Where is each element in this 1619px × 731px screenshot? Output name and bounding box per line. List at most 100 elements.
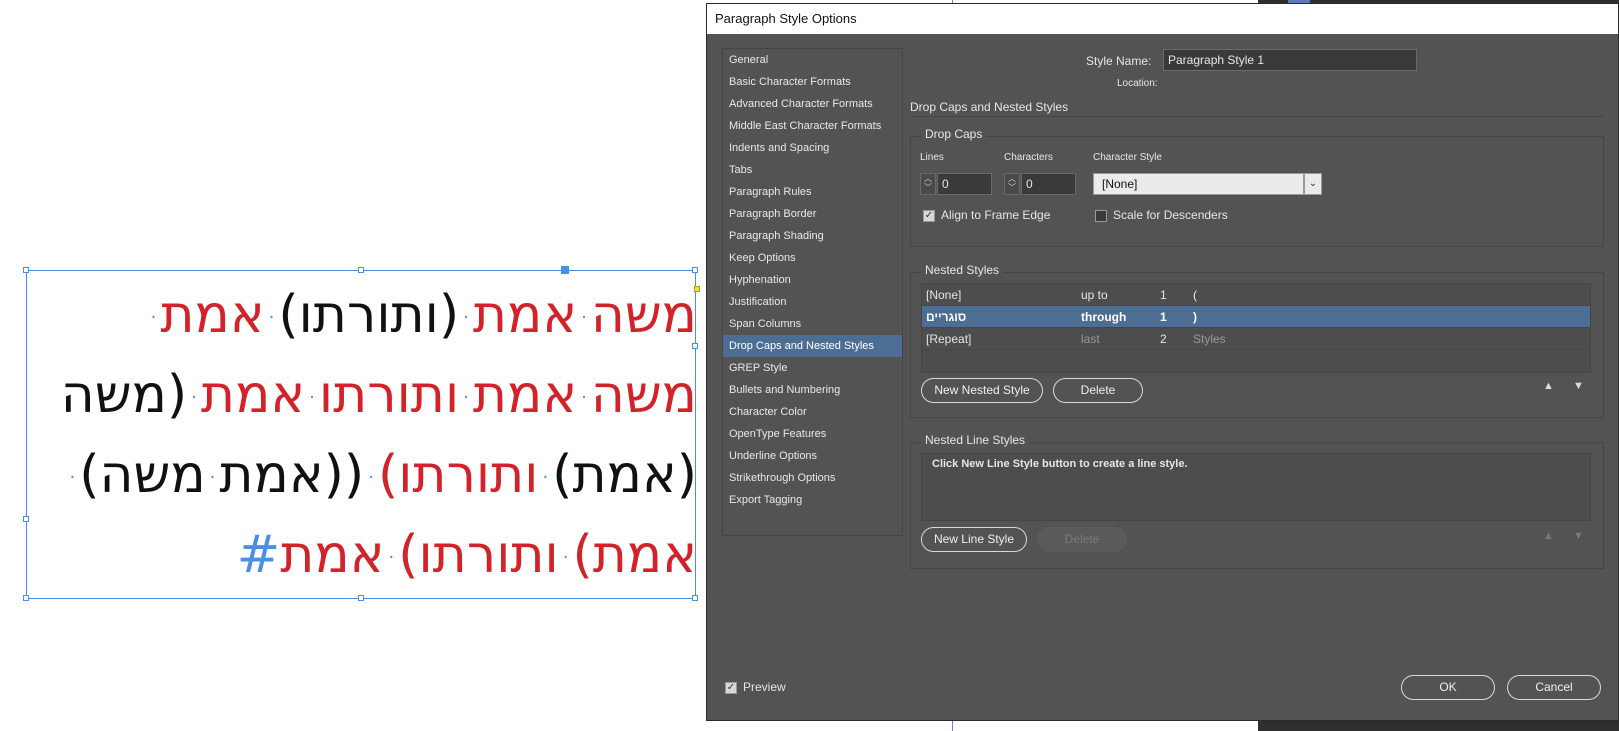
category-item[interactable]: Keep Options <box>723 247 902 269</box>
space-marker: · <box>562 547 569 568</box>
category-item[interactable]: Paragraph Shading <box>723 225 902 247</box>
space-marker: · <box>581 307 587 328</box>
text-run: (אמת) <box>552 445 697 505</box>
style-name-input[interactable]: Paragraph Style 1 <box>1163 49 1417 71</box>
characters-label: Characters <box>1004 152 1053 163</box>
align-frame-edge-label: Align to Frame Edge <box>941 208 1051 222</box>
text-run: אמת <box>472 365 578 425</box>
preview-checkbox[interactable]: ✓ <box>725 682 737 694</box>
category-item[interactable]: Strikethrough Options <box>723 467 902 489</box>
nested-style-style[interactable]: [Repeat] <box>926 328 971 350</box>
cancel-button[interactable]: Cancel <box>1507 675 1601 700</box>
category-item[interactable]: Character Color <box>723 401 902 423</box>
space-marker: · <box>191 387 197 408</box>
align-frame-edge-checkbox[interactable]: ✓ <box>923 210 935 222</box>
nested-style-style[interactable]: [None] <box>926 284 961 306</box>
category-item[interactable]: Middle East Character Formats <box>723 115 902 137</box>
move-up-icon[interactable]: ▲ <box>1543 380 1554 392</box>
category-item[interactable]: Export Tagging <box>723 489 902 511</box>
category-list[interactable]: General Basic Character Formats Advanced C… <box>722 48 903 536</box>
ok-button[interactable]: OK <box>1401 675 1495 700</box>
text-run: ותורתו) <box>377 445 539 505</box>
space-marker: · <box>368 467 374 488</box>
space-marker: · <box>581 387 587 408</box>
text-run: משה <box>590 285 697 345</box>
category-item[interactable]: Advanced Character Formats <box>723 93 902 115</box>
category-item[interactable]: Paragraph Border <box>723 203 902 225</box>
space-marker: · <box>463 387 469 408</box>
nested-style-mode[interactable]: last <box>1081 328 1100 350</box>
space-marker: · <box>69 467 76 488</box>
category-item[interactable]: OpenType Features <box>723 423 902 445</box>
text-run: (משה <box>60 365 188 425</box>
nested-styles-table[interactable]: [None] up to 1 ( סוגריים through 1) [Repeat] las… <box>921 283 1591 373</box>
category-item[interactable]: Justification <box>723 291 902 313</box>
lines-stepper-icon[interactable]: ︿ ﹀ <box>920 173 936 195</box>
category-item[interactable]: Paragraph Rules <box>723 181 902 203</box>
text-line: אמת)·ותורתו)·אמת# <box>237 519 697 594</box>
text-run: משה <box>590 365 697 425</box>
space-marker: · <box>150 307 157 328</box>
new-nested-style-button[interactable]: New Nested Style <box>921 378 1043 403</box>
text-run: אמת <box>472 285 578 345</box>
nested-line-styles-title: Nested Line Styles <box>921 433 1030 447</box>
category-item[interactable]: Hyphenation <box>723 269 902 291</box>
nested-style-row[interactable]: [Repeat] last 2 Styles <box>922 328 1590 350</box>
category-item[interactable]: Drop Caps and Nested Styles <box>723 335 902 357</box>
nested-line-styles-list[interactable]: Click New Line Style button to create a … <box>921 453 1591 521</box>
paragraph-style-options-dialog: Paragraph Style Options General Basic Cha… <box>706 3 1619 721</box>
category-item[interactable]: Underline Options <box>723 445 902 467</box>
space-marker: · <box>268 307 275 328</box>
move-down-icon[interactable]: ▼ <box>1573 380 1584 392</box>
nested-style-row[interactable]: [None] up to 1 ( <box>922 284 1590 306</box>
nested-style-row[interactable]: סוגריים through 1) <box>922 306 1590 328</box>
nested-style-count[interactable]: 2 <box>1160 328 1167 350</box>
category-item[interactable]: Tabs <box>723 159 902 181</box>
chevron-down-icon[interactable]: ⌄ <box>1304 173 1322 195</box>
category-item[interactable]: Span Columns <box>723 313 902 335</box>
preview-label: Preview <box>743 680 786 694</box>
nested-style-delim[interactable]: ( <box>1193 284 1197 306</box>
new-line-style-button[interactable]: New Line Style <box>921 527 1027 552</box>
line-move-down-icon: ▼ <box>1573 530 1584 542</box>
text-run: ((אמת <box>219 445 365 505</box>
category-item[interactable]: Indents and Spacing <box>723 137 902 159</box>
section-heading: Drop Caps and Nested Styles <box>910 100 1069 114</box>
text-line: משה·אמת·(ותורתו)·אמת· <box>147 279 697 354</box>
space-marker: · <box>463 307 469 328</box>
hebrew-text-content[interactable]: משה·אמת·(ותורתו)·אמת· משה·אמת·ותורתו·אמת·… <box>27 271 697 600</box>
text-frame[interactable]: משה·אמת·(ותורתו)·אמת· משה·אמת·ותורתו·אמת·… <box>23 266 700 601</box>
dialog-title: Paragraph Style Options <box>707 4 1618 34</box>
text-line: משה·אמת·ותורתו·אמת·(משה <box>61 359 697 434</box>
nested-style-style[interactable]: סוגריים <box>926 306 966 328</box>
space-marker: · <box>209 467 216 488</box>
space-marker: · <box>309 387 315 408</box>
nested-style-delim[interactable]: ) <box>1193 306 1197 328</box>
space-marker: · <box>542 467 549 488</box>
nested-style-mode[interactable]: up to <box>1081 284 1108 306</box>
character-style-select[interactable]: [None] <box>1093 173 1304 195</box>
scale-descenders-label: Scale for Descenders <box>1113 208 1228 222</box>
end-of-story-marker: # <box>236 525 281 585</box>
heading-divider <box>910 116 1604 117</box>
characters-input[interactable]: 0 <box>1021 173 1076 195</box>
style-name-label: Style Name: <box>1086 54 1152 68</box>
nested-styles-title: Nested Styles <box>921 263 1004 277</box>
nested-style-mode[interactable]: through <box>1081 306 1126 328</box>
nested-style-delim[interactable]: Styles <box>1193 328 1226 350</box>
nested-style-count[interactable]: 1 <box>1160 306 1167 328</box>
delete-nested-style-button[interactable]: Delete <box>1053 378 1143 403</box>
lines-label: Lines <box>920 152 944 163</box>
nested-line-styles-message: Click New Line Style button to create a … <box>932 458 1188 470</box>
nested-style-count[interactable]: 1 <box>1160 284 1167 306</box>
scale-descenders-checkbox[interactable] <box>1095 210 1107 222</box>
category-item[interactable]: General <box>723 49 902 71</box>
characters-stepper-icon[interactable]: ︿ ﹀ <box>1004 173 1020 195</box>
text-run: אמת) <box>572 525 697 585</box>
category-item[interactable]: Basic Character Formats <box>723 71 902 93</box>
lines-input[interactable]: 0 <box>937 173 992 195</box>
text-run: (ותורתו) <box>278 285 460 345</box>
category-item[interactable]: GREP Style <box>723 357 902 379</box>
category-item[interactable]: Bullets and Numbering <box>723 379 902 401</box>
text-run: ותורתו) <box>398 525 559 585</box>
